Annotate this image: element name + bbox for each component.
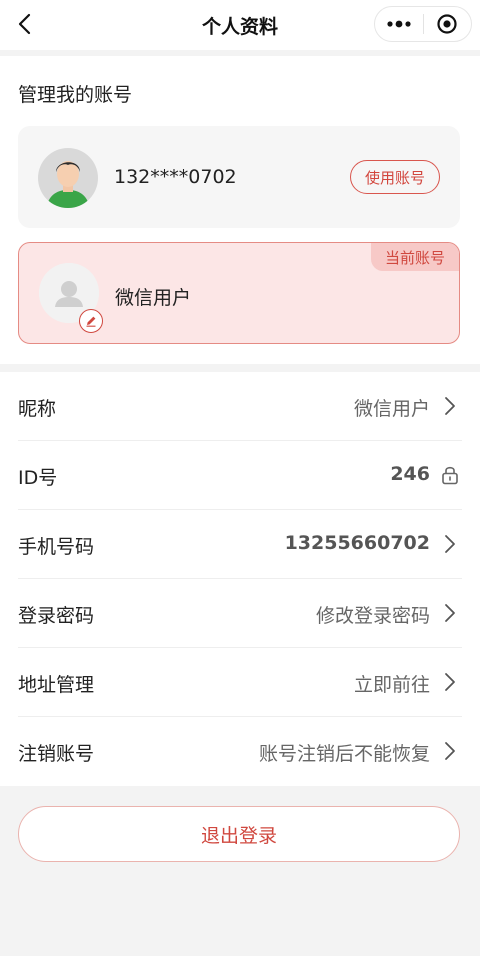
close-miniapp-button[interactable] <box>423 7 471 41</box>
chevron-right-icon <box>438 394 462 418</box>
list-item-delete-account[interactable]: 注销账号 账号注销后不能恢复 <box>0 717 480 786</box>
pencil-icon <box>86 316 96 327</box>
row-label: 登录密码 <box>18 605 95 627</box>
other-account-card: 132****0702 使用账号 <box>18 126 460 228</box>
row-value: 修改登录密码 <box>315 605 430 627</box>
user-avatar-icon <box>38 148 98 208</box>
list-item-phone[interactable]: 手机号码 13255660702 <box>0 510 480 579</box>
row-label: 手机号码 <box>18 536 95 558</box>
avatar <box>38 148 98 208</box>
current-account-card: 当前账号 微信用户 <box>18 242 460 344</box>
row-value: 立即前往 <box>353 674 430 696</box>
lock-icon <box>438 463 462 487</box>
list-item-nickname[interactable]: 昵称 微信用户 <box>0 372 480 441</box>
target-icon <box>437 14 457 34</box>
row-value: 13255660702 <box>284 532 430 554</box>
list-item-id: ID号 246 <box>0 441 480 510</box>
chevron-right-icon <box>438 601 462 625</box>
list-item-address[interactable]: 地址管理 立即前往 <box>0 648 480 717</box>
row-value: 246 <box>390 463 430 485</box>
more-button[interactable] <box>375 7 423 41</box>
chevron-right-icon <box>438 739 462 763</box>
row-label: ID号 <box>18 467 58 489</box>
row-label: 注销账号 <box>18 743 95 765</box>
use-account-button[interactable]: 使用账号 <box>350 160 440 194</box>
more-dots-icon <box>387 20 411 28</box>
chevron-right-icon <box>438 670 462 694</box>
profile-info-list: 昵称 微信用户 ID号 246 手机号码 13255660702 登录密码 修改… <box>0 372 480 786</box>
row-label: 地址管理 <box>18 674 95 696</box>
miniapp-capsule <box>374 6 472 42</box>
row-value: 微信用户 <box>353 398 430 420</box>
logout-button[interactable]: 退出登录 <box>18 806 460 862</box>
list-item-password[interactable]: 登录密码 修改登录密码 <box>0 579 480 648</box>
row-label: 昵称 <box>18 398 57 420</box>
section-title: 管理我的账号 <box>18 84 133 106</box>
top-nav-bar: 个人资料 <box>0 0 480 50</box>
account-management-section: 管理我的账号 132****0702 使用账号 当前账号 微信用户 <box>0 56 480 364</box>
row-value: 账号注销后不能恢复 <box>258 743 430 765</box>
current-account-name: 微信用户 <box>115 287 192 309</box>
account-phone: 132****0702 <box>114 166 237 188</box>
current-account-badge: 当前账号 <box>370 243 459 271</box>
edit-avatar-button[interactable] <box>79 309 103 333</box>
chevron-right-icon <box>438 532 462 556</box>
